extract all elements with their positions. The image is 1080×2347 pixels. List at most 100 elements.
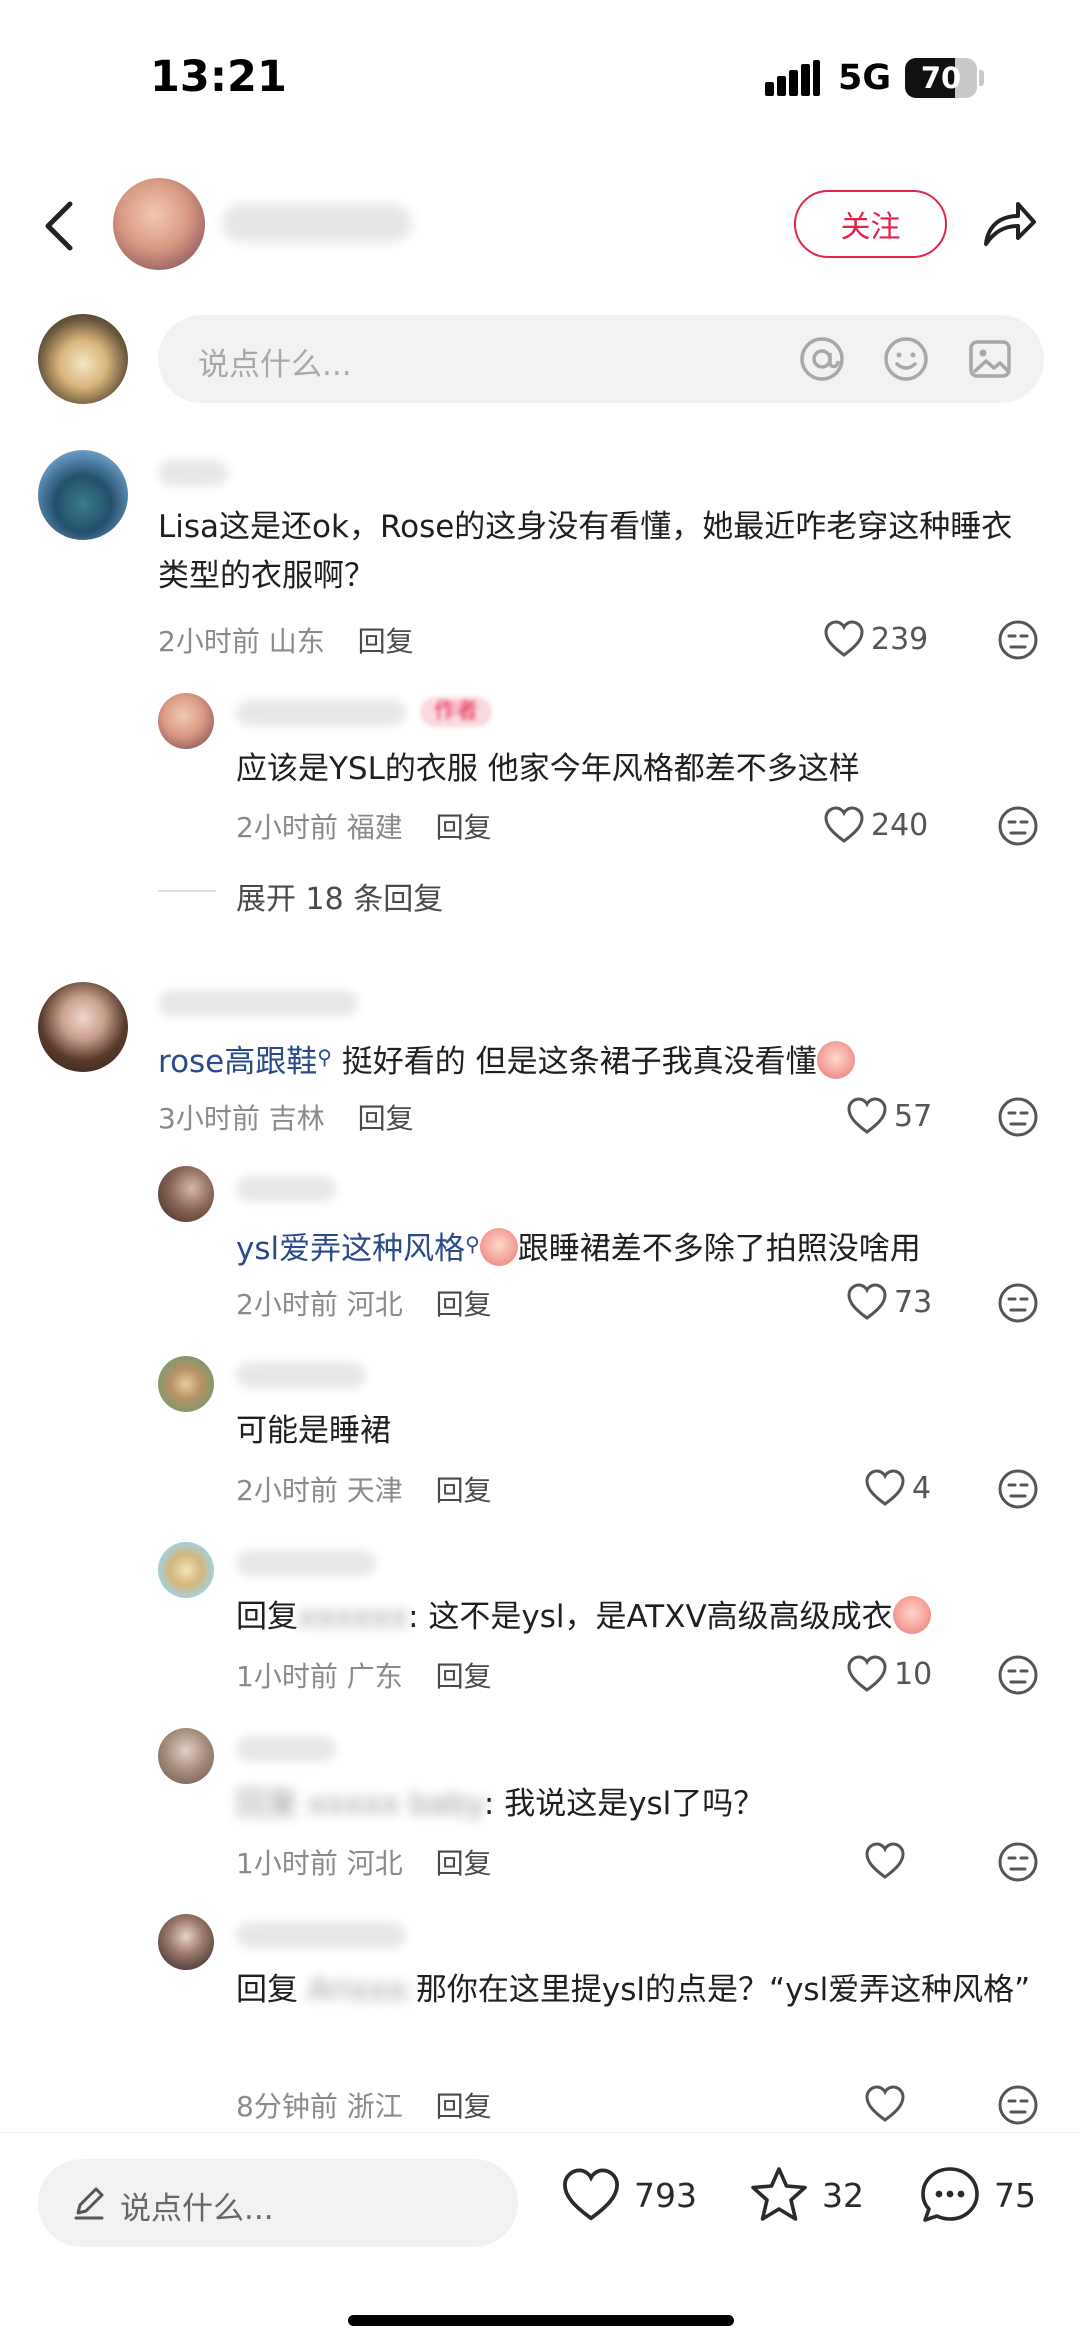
replier-avatar[interactable] <box>158 1914 214 1970</box>
post-like-count: 793 <box>634 2175 697 2215</box>
replier-avatar[interactable] <box>158 693 214 749</box>
post-favorite-button[interactable]: 32 <box>748 2163 864 2227</box>
share-icon[interactable] <box>980 198 1038 250</box>
replier-avatar[interactable] <box>158 1728 214 1784</box>
replier-name-blurred[interactable] <box>236 1362 366 1388</box>
post-comment-button[interactable]: 75 <box>918 2163 1036 2227</box>
expand-divider <box>158 890 216 892</box>
post-like-button[interactable]: 793 <box>560 2163 697 2227</box>
commenter-name-blurred[interactable] <box>158 990 358 1016</box>
search-icon: ⚲ <box>465 1232 480 1256</box>
replier-name-blurred[interactable] <box>236 1922 406 1948</box>
reply-button[interactable]: 回复 <box>436 811 492 844</box>
commenter-avatar[interactable] <box>38 982 128 1072</box>
heart-icon <box>824 806 864 843</box>
replier-name-blurred[interactable] <box>236 700 406 726</box>
star-icon <box>751 2167 807 2221</box>
sweat-emoji-icon <box>892 1596 931 1634</box>
pencil-icon <box>74 2187 104 2220</box>
my-avatar <box>38 314 128 404</box>
dislike-icon[interactable] <box>997 1654 1039 1696</box>
reply-prefix: 回复 <box>236 1972 298 2008</box>
reply-text: 回复 Arixxx:那你在这里提ysl的点是？“ysl爱弄这种风格” <box>236 1966 1036 2015</box>
topic-tag[interactable]: rose高跟鞋 <box>158 1044 317 1080</box>
heart-icon <box>865 2085 905 2122</box>
like-button[interactable] <box>864 1839 912 1883</box>
comment-bubble-icon <box>921 2167 979 2222</box>
author-name-blurred[interactable] <box>222 204 412 242</box>
follow-button[interactable]: 关注 <box>794 190 947 258</box>
mentioned-user-blurred[interactable]: 回复 xxxxx baby <box>236 1786 484 1822</box>
like-count: 239 <box>871 621 929 657</box>
replier-avatar[interactable] <box>158 1166 214 1222</box>
expand-replies-button[interactable]: 展开 18 条回复 <box>236 874 443 918</box>
dislike-icon[interactable] <box>997 1096 1039 1138</box>
commenter-avatar[interactable] <box>38 450 128 540</box>
reply-text: 回复 xxxxx baby: 我说这是ysl了吗？ <box>236 1780 1036 1829</box>
like-button[interactable]: 73 <box>846 1280 932 1324</box>
emoji-icon[interactable] <box>882 335 930 383</box>
mentioned-user-blurred[interactable]: xxxxxx <box>298 1599 408 1635</box>
reply-location: 天津 <box>346 1474 403 1507</box>
battery-nub <box>979 70 984 86</box>
reply-meta: 2小时前 天津 回复 <box>236 1469 492 1509</box>
reply-time: 1小时前 <box>236 1660 338 1693</box>
like-button[interactable]: 239 <box>823 617 928 661</box>
comment-meta: 2小时前 山东 回复 <box>158 620 414 660</box>
mentioned-user-blurred[interactable]: Arixxx: <box>308 1972 416 2008</box>
dislike-icon[interactable] <box>997 619 1039 661</box>
replier-name-blurred[interactable] <box>236 1550 376 1576</box>
status-time: 13:21 <box>150 52 287 102</box>
heart-icon <box>865 1469 905 1506</box>
reply-button[interactable]: 回复 <box>436 2090 492 2123</box>
like-button[interactable]: 57 <box>846 1094 932 1138</box>
dislike-icon[interactable] <box>997 805 1039 847</box>
author-avatar[interactable] <box>113 178 205 270</box>
battery-icon: 70 <box>905 58 977 98</box>
dislike-icon[interactable] <box>997 1841 1039 1883</box>
reply-meta: 1小时前 广东 回复 <box>236 1655 492 1695</box>
comment-input-top[interactable]: 说点什么... <box>158 315 1044 403</box>
replier-avatar[interactable] <box>158 1542 214 1598</box>
bottom-action-bar: 说点什么... 793 32 75 <box>0 2132 1080 2347</box>
home-indicator[interactable] <box>348 2315 734 2326</box>
mention-icon[interactable] <box>798 335 846 383</box>
reply-time: 2小时前 <box>236 811 338 844</box>
commenter-name-blurred[interactable] <box>158 460 228 486</box>
replier-name-blurred[interactable] <box>236 1736 336 1762</box>
like-button[interactable]: 4 <box>864 1466 931 1510</box>
like-count: 73 <box>894 1284 933 1320</box>
heart-icon <box>865 1842 905 1879</box>
image-icon[interactable] <box>966 335 1014 383</box>
dislike-icon[interactable] <box>997 2084 1039 2126</box>
reply-body: : 我说这是ysl了吗？ <box>483 1786 765 1822</box>
like-count: 4 <box>912 1470 932 1506</box>
reply-time: 1小时前 <box>236 1847 338 1880</box>
like-button[interactable]: 10 <box>846 1652 932 1696</box>
replier-avatar[interactable] <box>158 1356 214 1412</box>
dislike-icon[interactable] <box>997 1468 1039 1510</box>
dislike-icon[interactable] <box>997 1282 1039 1324</box>
post-header: 关注 <box>0 170 1080 280</box>
like-count: 10 <box>894 1656 933 1692</box>
reply-text: 可能是睡裙 <box>236 1413 391 1449</box>
reply-button[interactable]: 回复 <box>436 1288 492 1321</box>
like-count: 240 <box>871 807 929 843</box>
comment-input-bottom[interactable]: 说点什么... <box>38 2159 518 2247</box>
reply-button[interactable]: 回复 <box>436 1660 492 1693</box>
reply-button[interactable]: 回复 <box>358 1102 414 1135</box>
battery-level: 70 <box>920 61 962 95</box>
reply-button[interactable]: 回复 <box>436 1474 492 1507</box>
topic-tag[interactable]: ysl爱弄这种风格 <box>236 1231 465 1267</box>
post-favorite-count: 32 <box>822 2175 864 2215</box>
reply-button[interactable]: 回复 <box>436 1847 492 1880</box>
reply-button[interactable]: 回复 <box>358 625 414 658</box>
status-bar: 13:21 5G 70 <box>0 0 1080 150</box>
back-icon[interactable] <box>40 200 80 252</box>
comment-time: 3小时前 <box>158 1102 260 1135</box>
like-button[interactable] <box>864 2082 912 2126</box>
heart-icon <box>847 1097 887 1134</box>
like-button[interactable]: 240 <box>823 803 928 847</box>
replier-name-blurred[interactable] <box>236 1176 336 1202</box>
reply-location: 浙江 <box>346 2090 403 2123</box>
